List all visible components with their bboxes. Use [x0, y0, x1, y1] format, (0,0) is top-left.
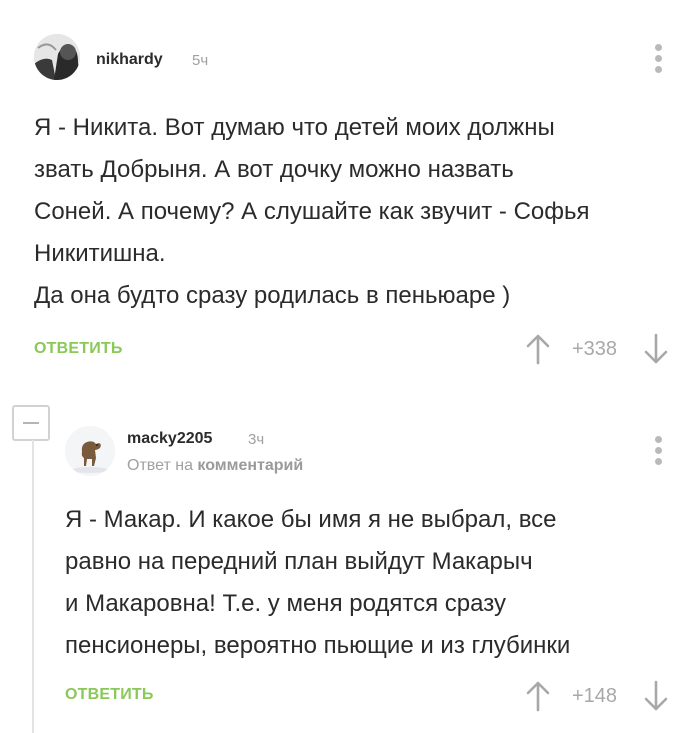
reply-to-info: Ответ на комментарий — [127, 457, 303, 475]
reply-button[interactable]: ОТВЕТИТЬ — [34, 340, 123, 358]
comment: nikhardy 5ч Я - Никита. Вот думаю что де… — [0, 0, 700, 385]
comment-text: Я - Макар. И какое бы имя я не выбрал, в… — [65, 506, 571, 659]
author-name[interactable]: nikhardy — [96, 51, 163, 69]
upvote-arrow-icon[interactable] — [524, 333, 552, 365]
more-options-icon[interactable] — [654, 436, 662, 465]
dog-avatar-icon — [65, 426, 115, 476]
rating-score: +338 — [572, 337, 618, 360]
more-options-icon[interactable] — [654, 44, 662, 73]
comment-time: 3ч — [248, 431, 265, 448]
comment-time: 5ч — [192, 52, 209, 69]
user-photo-avatar-icon — [34, 34, 80, 80]
rating-score: +148 — [572, 684, 618, 707]
avatar[interactable] — [65, 426, 115, 476]
upvote-arrow-icon[interactable] — [524, 680, 552, 712]
reply-button[interactable]: ОТВЕТИТЬ — [65, 686, 154, 704]
comments-page: nikhardy 5ч Я - Никита. Вот думаю что де… — [0, 0, 700, 733]
vote-controls: +148 — [524, 680, 670, 712]
downvote-arrow-icon[interactable] — [642, 680, 670, 712]
reply-to-prefix: Ответ на — [127, 457, 193, 474]
avatar[interactable] — [34, 34, 80, 80]
vote-controls: +338 — [524, 333, 670, 365]
author-name[interactable]: macky2205 — [127, 430, 212, 448]
reply-to-link[interactable]: комментарий — [197, 457, 303, 474]
downvote-arrow-icon[interactable] — [642, 333, 670, 365]
comment-text: Я - Никита. Вот думаю что детей моих дол… — [34, 114, 590, 309]
